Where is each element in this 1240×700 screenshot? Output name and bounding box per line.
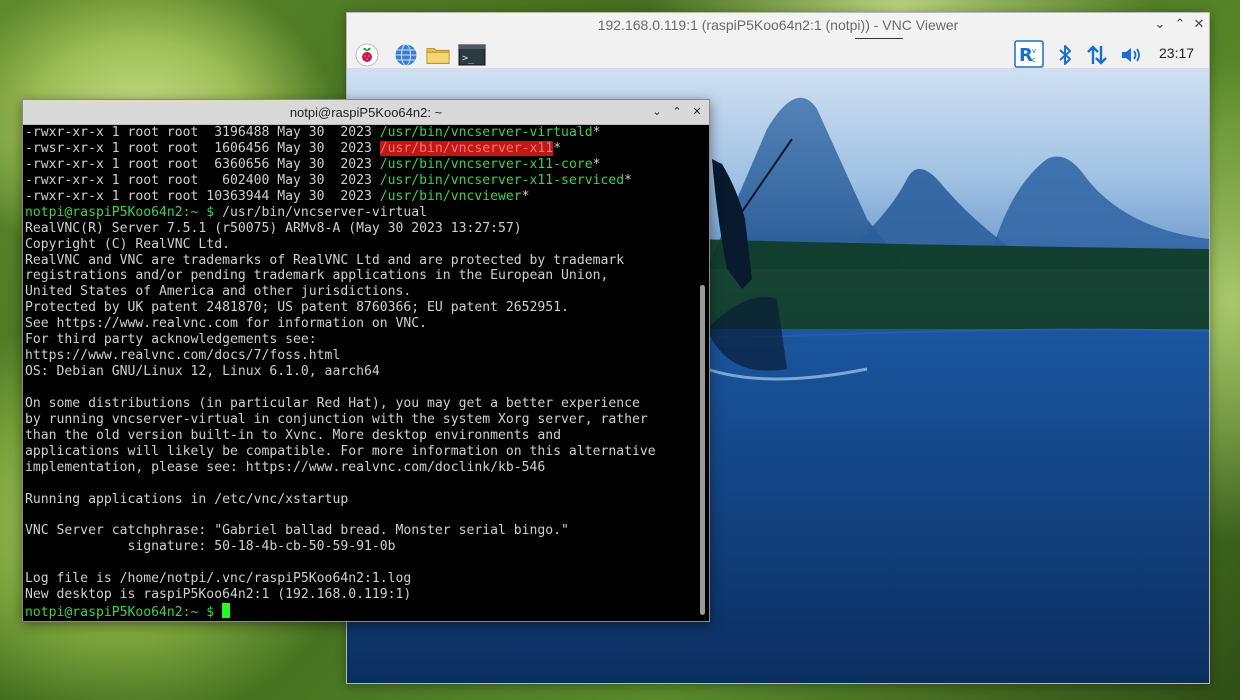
vnc-server-icon[interactable]: R v c [1014, 40, 1044, 68]
output-text: See https://www.realvnc.com for informat… [25, 316, 428, 332]
output-text: RealVNC(R) Server 7.5.1 (r50075) ARMv8-A… [25, 220, 522, 236]
terminal-line: -rwxr-xr-x 1 root root 602400 May 30 202… [25, 173, 696, 189]
terminal-line: On some distributions (in particular Red… [25, 396, 696, 412]
terminal-line: -rwxr-xr-x 1 root root 3196488 May 30 20… [25, 125, 696, 141]
file-path: /usr/bin/vncviewer [379, 188, 522, 204]
output-text: On some distributions (in particular Red… [25, 395, 640, 411]
output-text: VNC Server catchphrase: "Gabriel ballad … [25, 523, 569, 539]
raspberry-pi-menu-icon[interactable] [355, 43, 379, 67]
terminal-line: than the old version built-in to Xvnc. M… [25, 428, 696, 444]
output-text: /usr/bin/vncserver-virtual [222, 204, 428, 220]
file-path-setuid: /usr/bin/vncserver-x11 [379, 140, 554, 156]
file-listing-meta: -rwxr-xr-x 1 root root 10363944 May 30 2… [25, 188, 380, 204]
file-listing-meta: -rwsr-xr-x 1 root root 1606456 May 30 20… [25, 140, 380, 156]
terminal-line: -rwsr-xr-x 1 root root 1606456 May 30 20… [25, 140, 696, 157]
terminal-line: United States of America and other juris… [25, 284, 696, 300]
output-text: by running vncserver-virtual in conjunct… [25, 411, 648, 427]
terminal-line: Log file is /home/notpi/.vnc/raspiP5Koo6… [25, 571, 696, 587]
svg-text:R: R [1019, 45, 1033, 66]
output-text: than the old version built-in to Xvnc. M… [25, 427, 562, 443]
terminal-line: https://www.realvnc.com/docs/7/foss.html [25, 348, 696, 364]
svg-text:>_: >_ [462, 53, 475, 64]
file-listing-meta: -rwxr-xr-x 1 root root 602400 May 30 202… [25, 172, 380, 188]
web-browser-icon[interactable] [394, 43, 418, 67]
remote-taskbar: >_ R v c 23:17 [347, 39, 1209, 69]
file-suffix: * [592, 125, 601, 140]
file-listing-meta: -rwxr-xr-x 1 root root 6360656 May 30 20… [25, 156, 380, 172]
output-text: https://www.realvnc.com/docs/7/foss.html [25, 348, 341, 364]
vnc-window-title: 192.168.0.119:1 (raspiP5Koo64n2:1 (notpi… [597, 17, 959, 33]
file-suffix: * [553, 140, 562, 156]
terminal-line: signature: 50-18-4b-cb-50-59-91-0b [25, 539, 696, 555]
output-text: New desktop is raspiP5Koo64n2:1 (192.168… [25, 587, 412, 603]
scrollbar-thumb[interactable] [700, 285, 705, 615]
output-text: Copyright (C) RealVNC Ltd. [25, 236, 230, 252]
terminal-line: Copyright (C) RealVNC Ltd. [25, 237, 696, 253]
file-manager-icon[interactable] [426, 43, 450, 67]
terminal-output[interactable]: -rwxr-xr-x 1 root root 3196488 May 30 20… [24, 125, 696, 621]
terminal-title: notpi@raspiP5Koo64n2: ~ [289, 105, 443, 120]
output-text: implementation, please see: https://www.… [25, 459, 546, 475]
vnc-maximize-button[interactable]: ⌃ [1171, 16, 1189, 34]
terminal-line: by running vncserver-virtual in conjunct… [25, 412, 696, 428]
output-text: Protected by UK patent 2481870; US paten… [25, 300, 569, 316]
terminal-line: RealVNC(R) Server 7.5.1 (r50075) ARMv8-A… [25, 221, 696, 237]
output-text: United States of America and other juris… [25, 284, 412, 300]
terminal-line: -rwxr-xr-x 1 root root 10363944 May 30 2… [25, 189, 696, 205]
file-suffix: * [624, 172, 633, 188]
vnc-titlebar[interactable]: 192.168.0.119:1 (raspiP5Koo64n2:1 (notpi… [347, 13, 1209, 39]
output-text: registrations and/or pending trademark a… [25, 268, 609, 284]
shell-prompt: notpi@raspiP5Koo64n2:~ $ [25, 204, 223, 220]
clock[interactable]: 23:17 [1159, 45, 1194, 61]
output-text: Log file is /home/notpi/.vnc/raspiP5Koo6… [25, 571, 412, 587]
terminal-line: Running applications in /etc/vnc/xstartu… [25, 492, 696, 508]
terminal-icon[interactable]: >_ [458, 43, 486, 67]
bluetooth-icon[interactable] [1053, 43, 1077, 67]
terminal-line: RealVNC and VNC are trademarks of RealVN… [25, 253, 696, 269]
terminal-scrollbar[interactable] [695, 125, 708, 621]
svg-text:c: c [1032, 56, 1036, 64]
volume-icon[interactable] [1119, 43, 1143, 67]
file-listing-meta: -rwxr-xr-x 1 root root 3196488 May 30 20… [25, 125, 380, 140]
file-path: /usr/bin/vncserver-virtuald [379, 125, 593, 140]
terminal-window[interactable]: notpi@raspiP5Koo64n2: ~ ⌄ ⌃ ✕ -rwxr-xr-x… [22, 99, 710, 622]
terminal-line: Protected by UK patent 2481870; US paten… [25, 300, 696, 316]
network-icon[interactable] [1085, 43, 1109, 67]
terminal-maximize-button[interactable]: ⌃ [669, 104, 685, 120]
output-text: signature: 50-18-4b-cb-50-59-91-0b [25, 539, 396, 555]
shell-prompt: notpi@raspiP5Koo64n2:~ $ [25, 605, 223, 621]
terminal-line: notpi@raspiP5Koo64n2:~ $ /usr/bin/vncser… [25, 205, 696, 221]
terminal-line: applications will likely be compatible. … [25, 444, 696, 460]
terminal-line: registrations and/or pending trademark a… [25, 268, 696, 284]
terminal-minimize-button[interactable]: ⌄ [649, 104, 665, 120]
output-text: Running applications in /etc/vnc/xstartu… [25, 491, 349, 507]
svg-text:v: v [1032, 47, 1036, 55]
vnc-minimize-button[interactable]: ⌄ [1151, 16, 1169, 34]
file-suffix: * [592, 156, 601, 172]
output-text: OS: Debian GNU/Linux 12, Linux 6.1.0, aa… [25, 364, 380, 380]
text-cursor [222, 603, 231, 619]
terminal-line: For third party acknowledgements see: [25, 332, 696, 348]
terminal-close-button[interactable]: ✕ [689, 104, 705, 120]
terminal-line: See https://www.realvnc.com for informat… [25, 316, 696, 332]
file-suffix: * [521, 188, 530, 204]
output-text: RealVNC and VNC are trademarks of RealVN… [25, 252, 625, 268]
output-text: For third party acknowledgements see: [25, 332, 317, 348]
terminal-titlebar[interactable]: notpi@raspiP5Koo64n2: ~ ⌄ ⌃ ✕ [23, 100, 709, 125]
file-path: /usr/bin/vncserver-x11-core [379, 156, 593, 172]
terminal-line: OS: Debian GNU/Linux 12, Linux 6.1.0, aa… [25, 364, 696, 380]
vnc-close-button[interactable]: ✕ [1190, 16, 1208, 34]
file-path: /usr/bin/vncserver-x11-serviced [379, 172, 625, 188]
terminal-line: VNC Server catchphrase: "Gabriel ballad … [25, 523, 696, 539]
terminal-line: implementation, please see: https://www.… [25, 460, 696, 476]
terminal-line: -rwxr-xr-x 1 root root 6360656 May 30 20… [25, 157, 696, 173]
output-text: applications will likely be compatible. … [25, 443, 656, 459]
terminal-line: notpi@raspiP5Koo64n2:~ $ [25, 603, 696, 621]
terminal-line: New desktop is raspiP5Koo64n2:1 (192.168… [25, 587, 696, 603]
